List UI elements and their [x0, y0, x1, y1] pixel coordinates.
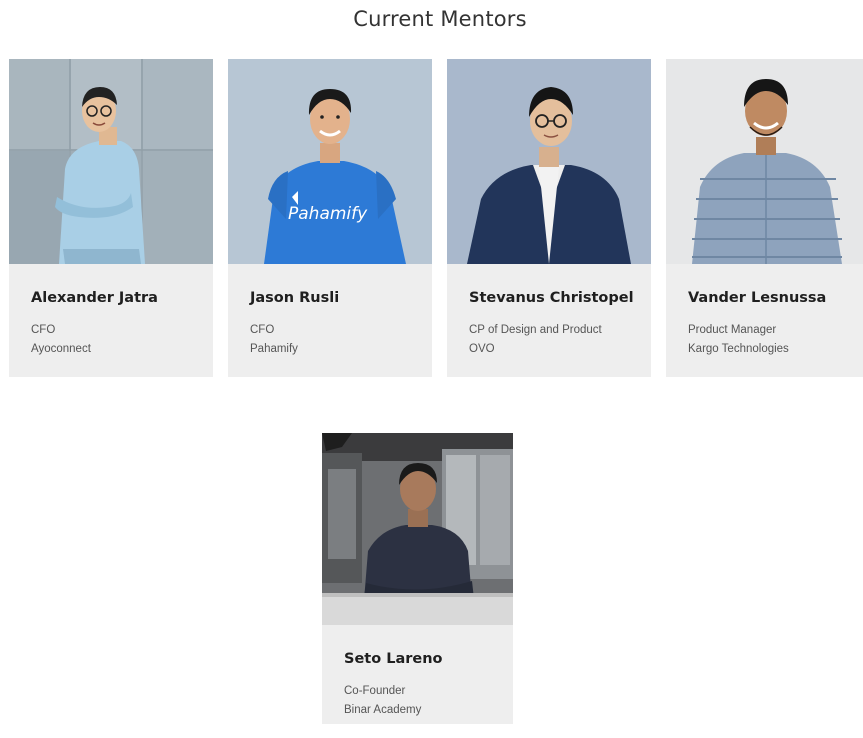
- mentor-company: Kargo Technologies: [688, 343, 789, 355]
- mentor-photo: Pahamify: [228, 59, 432, 264]
- mentor-card[interactable]: Vander Lesnussa Product Manager Kargo Te…: [666, 59, 863, 377]
- mentor-role: Product Manager: [688, 324, 777, 336]
- mentor-company: Binar Academy: [344, 704, 422, 716]
- mentor-role: CFO: [250, 324, 275, 336]
- mentor-photo: [9, 59, 213, 264]
- mentor-name: Jason Rusli: [250, 290, 340, 306]
- mentor-card[interactable]: Alexander Jatra CFO Ayoconnect: [9, 59, 213, 377]
- mentor-card[interactable]: Seto Lareno Co-Founder Binar Academy: [322, 433, 513, 724]
- shirt-logo-text: Pahamify: [288, 204, 368, 224]
- mentor-photo: [666, 59, 863, 264]
- mentor-name: Vander Lesnussa: [688, 290, 827, 306]
- mentor-role: CP of Design and Product: [469, 324, 602, 336]
- mentor-company: Ayoconnect: [31, 343, 91, 355]
- mentor-photo: [447, 59, 651, 264]
- mentor-photo: [322, 433, 513, 625]
- mentor-company: Pahamify: [250, 343, 298, 355]
- mentor-name: Seto Lareno: [344, 651, 443, 667]
- mentor-name: Alexander Jatra: [31, 290, 158, 306]
- page-title: Current Mentors: [353, 7, 527, 31]
- mentor-role: Co-Founder: [344, 685, 406, 697]
- mentor-company: OVO: [469, 343, 495, 355]
- mentor-role: CFO: [31, 324, 56, 336]
- mentor-card[interactable]: Stevanus Christopel CP of Design and Pro…: [447, 59, 651, 377]
- mentor-card[interactable]: Pahamify Jason Rusli CFO Pahamify: [228, 59, 432, 377]
- mentor-name: Stevanus Christopel: [469, 290, 634, 306]
